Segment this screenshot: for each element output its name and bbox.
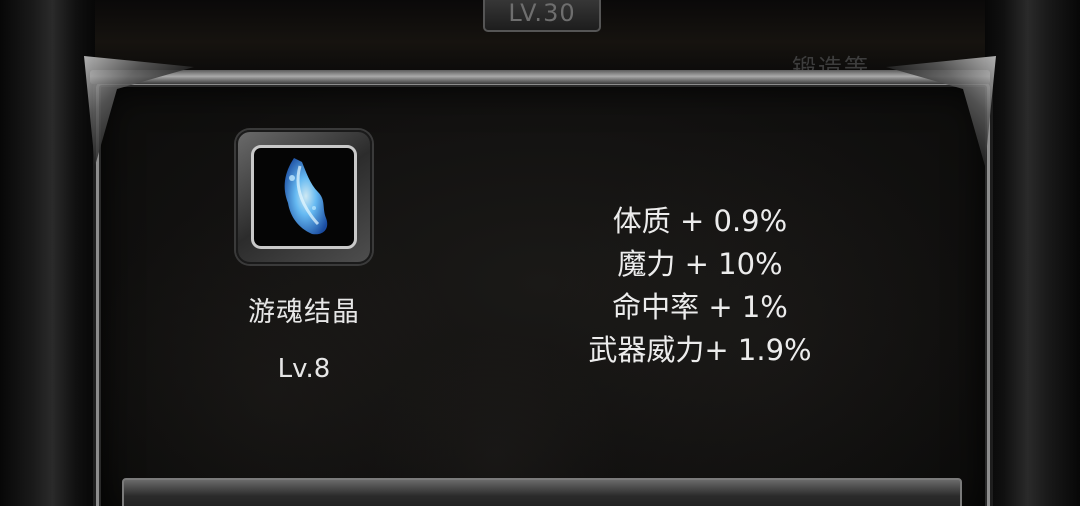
stat-line-constitution: 体质 + 0.9% (612, 204, 788, 238)
left-frame-wall (0, 0, 95, 506)
item-level: Lv.8 (277, 354, 331, 384)
stat-line-hit-rate: 命中率 + 1% (612, 290, 788, 324)
blue-soul-crystal-icon (284, 158, 328, 235)
item-name: 游魂结晶 (248, 297, 360, 328)
item-stats-list: 体质 + 0.9% 魔力 + 10% 命中率 + 1% 武器威力+ 1.9% (560, 200, 840, 372)
game-screen: LV.30 锻造等 游魂结晶 Lv.8 体质 + 0.9% 魔力 + 10% 命… (0, 0, 1080, 506)
player-level-badge: LV.30 (483, 0, 601, 32)
item-slot[interactable] (236, 130, 372, 264)
stat-line-weapon-power: 武器威力+ 1.9% (588, 333, 812, 367)
panel-top-border (90, 70, 990, 84)
bottom-frame-bar (122, 478, 962, 506)
stat-line-magic: 魔力 + 10% (617, 247, 783, 281)
item-slot-frame (251, 145, 357, 249)
right-frame-wall (985, 0, 1080, 506)
